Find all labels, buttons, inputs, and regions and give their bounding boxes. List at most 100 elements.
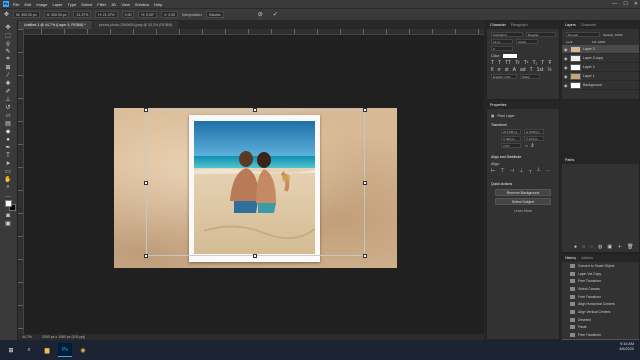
more-tools-icon[interactable]: … <box>3 192 13 199</box>
quick-select-icon[interactable]: ✎ <box>3 48 13 55</box>
path-select-icon[interactable]: ➤ <box>3 160 13 167</box>
select-subject-button[interactable]: Select Subject <box>495 198 551 205</box>
tracking-field[interactable]: 0 <box>491 46 513 51</box>
commit-transform-icon[interactable]: ✓ <box>273 11 278 18</box>
menu-layer[interactable]: Layer <box>52 2 62 7</box>
tab-channels[interactable]: Channels <box>581 23 596 27</box>
eye-icon[interactable]: ◉ <box>564 74 568 79</box>
move-icon[interactable]: ✥ <box>3 24 13 31</box>
doc-tab-pexels[interactable]: pexels-photo-2549659.jpeg @ 33.3% (RGB/8… <box>92 21 179 29</box>
screen-mode-icon[interactable]: ▣ <box>3 220 13 227</box>
transform-h-field[interactable]: H 2705 px <box>524 129 544 134</box>
fill-field[interactable]: Fill: 100% <box>592 40 605 44</box>
transform-handle-tl[interactable] <box>144 108 148 112</box>
history-item[interactable]: Layer Via Copy <box>562 270 639 278</box>
windows-start-icon[interactable]: ⊞ <box>4 343 18 357</box>
antialias-select[interactable]: Sharp <box>520 74 540 79</box>
type-style-buttons[interactable]: T T TT Tr T¹ T₁ T Ŧ <box>487 59 559 66</box>
taskbar-explorer-icon[interactable]: ▆ <box>40 343 54 357</box>
transform-handle-br[interactable] <box>363 254 367 258</box>
history-item[interactable]: Free Transform <box>562 331 639 339</box>
eye-icon[interactable]: ◉ <box>564 65 568 70</box>
eraser-icon[interactable]: ▱ <box>3 112 13 119</box>
history-item[interactable]: Paste <box>562 324 639 332</box>
remove-background-button[interactable]: Remove Background <box>495 189 551 196</box>
tab-actions[interactable]: Actions <box>581 256 593 260</box>
transform-w-field[interactable]: W 2706 px <box>501 129 521 134</box>
frame-icon[interactable]: ⊠ <box>3 64 13 71</box>
eye-icon[interactable]: ◉ <box>564 56 568 61</box>
menu-select[interactable]: Select <box>81 2 92 7</box>
eye-icon[interactable]: ◉ <box>564 47 568 52</box>
skew-v-field[interactable]: V: 0.00 <box>161 11 179 18</box>
layer-row-layer2[interactable]: ◉ Layer 2 <box>562 63 639 72</box>
close-icon[interactable]: ✕ <box>634 1 638 7</box>
transform-handle-r[interactable] <box>363 181 367 185</box>
text-color-swatch[interactable] <box>503 53 518 58</box>
scale-h-field[interactable]: H: 21.37% <box>95 11 118 18</box>
learn-more-link[interactable]: Learn More <box>487 207 559 214</box>
interpolation-select[interactable]: Bicubic <box>206 11 224 18</box>
maximize-icon[interactable]: ☐ <box>623 1 627 7</box>
menu-edit[interactable]: Edit <box>24 2 31 7</box>
language-select[interactable]: English: USA <box>491 74 517 79</box>
leading-field[interactable]: (Auto) <box>516 39 538 44</box>
tab-properties[interactable]: Properties <box>490 103 506 107</box>
system-clock[interactable]: 9:16 AM 3/6/2020 <box>619 342 634 352</box>
skew-h-field[interactable]: H: 0.00° <box>138 11 158 18</box>
type-icon[interactable]: T <box>3 152 13 159</box>
menu-view[interactable]: View <box>121 2 130 7</box>
width-field[interactable]: W: 300.00 px <box>13 11 40 18</box>
layer-row-layer1[interactable]: ◉ Layer 1 <box>562 72 639 81</box>
menu-help[interactable]: Help <box>154 2 162 7</box>
history-item[interactable]: Align Vertical Centers <box>562 308 639 316</box>
paths-buttons[interactable]: ● ○ ◌ ◍ ▣ ＋ 🗑 <box>570 243 634 251</box>
gradient-icon[interactable]: ▤ <box>3 120 13 127</box>
rotate-field[interactable]: 0.00 <box>121 11 135 18</box>
move-tool-icon[interactable]: ✥ <box>4 11 9 18</box>
taskbar-search-icon[interactable]: ⌕ <box>22 343 36 357</box>
transform-handle-t[interactable] <box>253 108 257 112</box>
history-brush-icon[interactable]: ↺ <box>3 104 13 111</box>
align-buttons[interactable]: ⊢ ⊤ ⊣ ⊥ ┬ ┴ ⋯ <box>487 167 559 174</box>
transform-handle-l[interactable] <box>144 181 148 185</box>
flip-icons[interactable]: ⇔ ⇕ <box>524 143 535 149</box>
eye-icon[interactable]: ◉ <box>564 83 568 88</box>
rectangle-icon[interactable]: ▭ <box>3 168 13 175</box>
lasso-icon[interactable]: ϙ <box>3 40 13 47</box>
tab-paths[interactable]: Paths <box>565 158 574 162</box>
menu-type[interactable]: Type <box>68 2 77 7</box>
menu-file[interactable]: File <box>13 2 19 7</box>
scale-w-field[interactable]: 21.37% <box>73 11 92 18</box>
blur-icon[interactable]: ◆ <box>3 128 13 135</box>
transform-handle-b[interactable] <box>253 254 257 258</box>
blend-mode-select[interactable]: Normal <box>566 32 600 37</box>
brush-icon[interactable]: ✐ <box>3 88 13 95</box>
minimize-icon[interactable]: — <box>612 1 617 7</box>
eyedropper-icon[interactable]: ⁄ <box>3 72 13 79</box>
history-item[interactable]: Deselect <box>562 316 639 324</box>
font-size-field[interactable]: 12 pt <box>491 39 513 44</box>
height-field[interactable]: H: 300.00 px <box>43 11 70 18</box>
transform-angle-field[interactable]: 0.00° <box>501 143 521 148</box>
menu-window[interactable]: Window <box>135 2 149 7</box>
healing-icon[interactable]: ✚ <box>3 80 13 87</box>
transform-y-field[interactable]: Y 213 px <box>524 136 544 141</box>
tab-layers[interactable]: Layers <box>565 23 576 27</box>
menu-image[interactable]: Image <box>36 2 47 7</box>
zoom-icon[interactable]: ⌕ <box>3 184 13 191</box>
doc-tab-untitled[interactable]: Untitled-1 @ 44.7% (Layer 3, RGB/8) * <box>18 21 92 29</box>
layer-row-background[interactable]: ◉ Background <box>562 81 639 90</box>
history-item[interactable]: Free Transform <box>562 277 639 285</box>
taskbar-photoshop-icon[interactable]: Ps <box>58 343 72 357</box>
opentype-buttons[interactable]: ﬁ ơ st Aad T 1st ½ <box>487 66 559 73</box>
quick-mask-icon[interactable]: ◙ <box>3 212 13 219</box>
tab-character[interactable]: Character <box>490 23 506 27</box>
taskbar-chrome-icon[interactable]: ◉ <box>76 343 90 357</box>
menu-3d[interactable]: 3D <box>111 2 116 7</box>
layer-row-layer2-copy[interactable]: ◉ Layer 2 copy <box>562 54 639 63</box>
transform-handle-bl[interactable] <box>144 254 148 258</box>
history-item[interactable]: Free Transform <box>562 293 639 301</box>
tab-history[interactable]: History <box>565 256 576 260</box>
history-item[interactable]: Align Horizontal Centers <box>562 300 639 308</box>
